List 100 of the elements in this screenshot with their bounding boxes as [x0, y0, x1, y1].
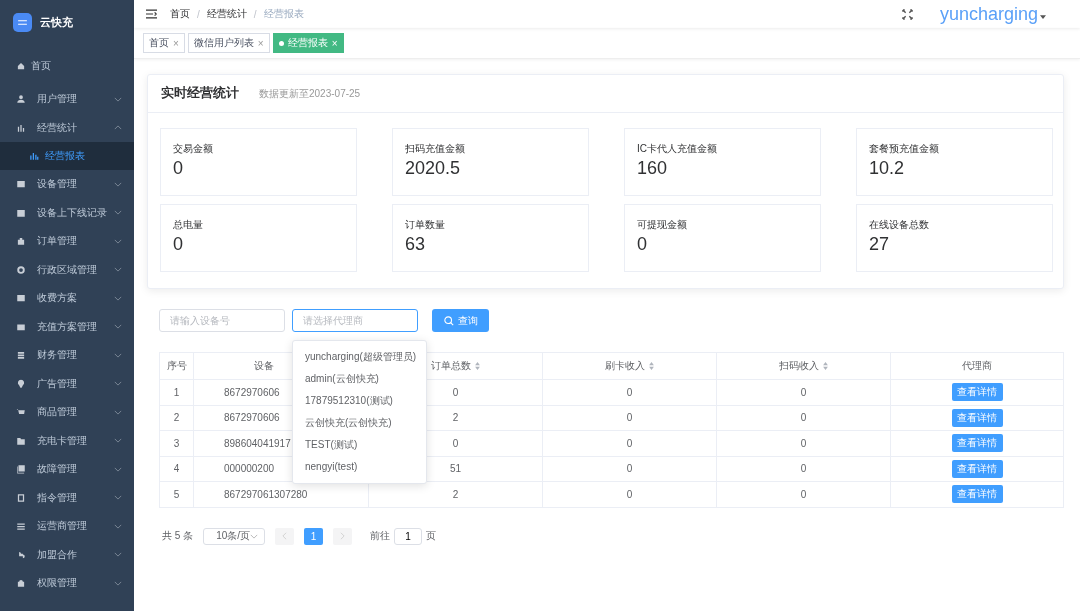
- menu-item-icon: [16, 94, 26, 105]
- page-tab[interactable]: 微信用户列表 ×: [187, 33, 270, 53]
- column-header[interactable]: 扫码收入: [779, 360, 819, 371]
- chevron-icon: [114, 267, 122, 273]
- menu-item-icon: [16, 293, 26, 304]
- table-cell: 0: [626, 463, 633, 475]
- table-cell: 0: [800, 437, 807, 449]
- table-cell: 2: [452, 412, 459, 424]
- table-cell: 51: [449, 463, 462, 475]
- sidebar-item[interactable]: 设备上下线记录: [0, 198, 134, 227]
- search-icon: [443, 315, 454, 326]
- app-name: 云快充: [40, 14, 73, 30]
- table-cell: 4: [173, 463, 180, 475]
- table-cell: 867297061307280: [224, 488, 308, 500]
- breadcrumb-item[interactable]: 经营统计: [206, 7, 247, 21]
- stat-value: 0: [173, 234, 184, 255]
- table-cell: 0: [800, 488, 807, 500]
- column-header[interactable]: 刷卡收入: [605, 360, 645, 371]
- stat-value: 0: [637, 234, 648, 255]
- table-cell: 0: [800, 386, 807, 398]
- chevron-icon: [114, 438, 122, 444]
- sidebar-item[interactable]: 广告管理: [0, 369, 134, 398]
- chevron-icon: [250, 533, 259, 539]
- sidebar-item[interactable]: 充电卡管理: [0, 426, 134, 455]
- sidebar-item[interactable]: 充值方案管理: [0, 312, 134, 341]
- table-cell: 0: [626, 412, 633, 424]
- bar-chart-icon: [29, 151, 39, 161]
- chevron-icon: [114, 238, 122, 244]
- dropdown-option[interactable]: 云创快充(云创快充): [293, 412, 427, 434]
- menu-item-icon: [16, 378, 26, 389]
- sort-icon[interactable]: [823, 362, 828, 371]
- column-header: 序号: [166, 360, 187, 371]
- sidebar-item[interactable]: 财务管理: [0, 341, 134, 370]
- goto-page-field[interactable]: 1: [394, 527, 423, 545]
- dropdown-option[interactable]: admin(云创快充): [293, 368, 427, 390]
- sidebar-item[interactable]: 收费方案: [0, 284, 134, 313]
- next-page-button[interactable]: [333, 527, 353, 545]
- sidebar-item[interactable]: 行政区域管理: [0, 255, 134, 284]
- chevron-icon: [114, 352, 122, 358]
- sidebar-item[interactable]: 商品管理: [0, 398, 134, 427]
- chevron-icon: [114, 523, 122, 529]
- sidebar-item[interactable]: 运营商管理: [0, 512, 134, 541]
- sidebar-item[interactable]: 权限管理: [0, 569, 134, 598]
- dropdown-option[interactable]: nengyi(test): [293, 456, 427, 478]
- menu-item-icon: [16, 207, 26, 218]
- submenu-item[interactable]: 经营报表: [0, 142, 134, 170]
- sidebar-item[interactable]: 故障管理: [0, 455, 134, 484]
- sidebar-item[interactable]: 经营统计: [0, 113, 134, 142]
- sidebar-item[interactable]: 指令管理: [0, 483, 134, 512]
- sidebar-item[interactable]: 加盟合作: [0, 540, 134, 569]
- sidebar-item[interactable]: 用户管理: [0, 85, 134, 114]
- sort-icon[interactable]: [475, 362, 480, 371]
- table-cell: 2: [452, 488, 459, 500]
- table-cell: 0: [626, 437, 633, 449]
- stat-label: IC卡代人充值金额: [637, 142, 718, 156]
- chevron-icon: [114, 125, 122, 131]
- chevron-icon: [114, 466, 122, 472]
- sidebar-item[interactable]: 设备管理: [0, 170, 134, 199]
- chevron-icon: [114, 96, 122, 102]
- menu-icon[interactable]: [146, 9, 157, 19]
- breadcrumb-item[interactable]: 首页: [170, 7, 190, 21]
- chevron-icon: [114, 295, 122, 301]
- menu-item-icon: [16, 61, 26, 71]
- device-number-field[interactable]: 请输入设备号: [159, 309, 285, 332]
- stat-label: 订单数量: [405, 218, 446, 232]
- menu-item-icon: [16, 179, 26, 190]
- menu-item-icon: [16, 578, 26, 589]
- table-cell: 0: [800, 412, 807, 424]
- column-header[interactable]: 订单总数: [431, 360, 471, 371]
- page-size-select[interactable]: 10条/页: [203, 527, 266, 545]
- sidebar-item[interactable]: 首页: [0, 54, 134, 78]
- fullscreen-icon[interactable]: [901, 8, 913, 20]
- stat-label: 在线设备总数: [869, 218, 930, 232]
- dropdown-option[interactable]: yuncharging(超级管理员): [293, 346, 427, 368]
- sort-icon[interactable]: [649, 362, 654, 371]
- menu-item-icon: [16, 264, 26, 275]
- table-cell: 3: [173, 437, 180, 449]
- dropdown-option[interactable]: TEST(测试): [293, 434, 427, 456]
- agent-select[interactable]: 请选择代理商: [292, 309, 418, 332]
- chevron-icon: [114, 552, 122, 558]
- page-tab[interactable]: 首页 ×: [143, 33, 185, 53]
- sidebar-item[interactable]: 订单管理: [0, 227, 134, 256]
- dropdown-option[interactable]: 17879512310(测试): [293, 390, 427, 412]
- stat-label: 套餐预充值金额: [869, 142, 940, 156]
- stat-value: 2020.5: [405, 158, 462, 179]
- total-count: 共 5 条: [162, 529, 194, 543]
- table-cell: 2: [173, 412, 180, 424]
- stat-value: 10.2: [869, 158, 906, 179]
- table-cell: 8672970606: [224, 386, 280, 398]
- menu-item-icon: [16, 464, 26, 475]
- stat-value: 63: [405, 234, 427, 255]
- chevron-icon: [114, 495, 122, 501]
- menu-item-icon: [16, 549, 26, 560]
- chevron-right-icon: [340, 532, 346, 540]
- breadcrumb-item: 经营报表: [263, 7, 304, 21]
- card-title: 实时经营统计: [161, 85, 239, 102]
- previous-page-button[interactable]: [275, 527, 295, 545]
- stat-value: 27: [869, 234, 891, 255]
- stat-label: 扫码充值金额: [405, 142, 466, 156]
- chevron-icon: [114, 210, 122, 216]
